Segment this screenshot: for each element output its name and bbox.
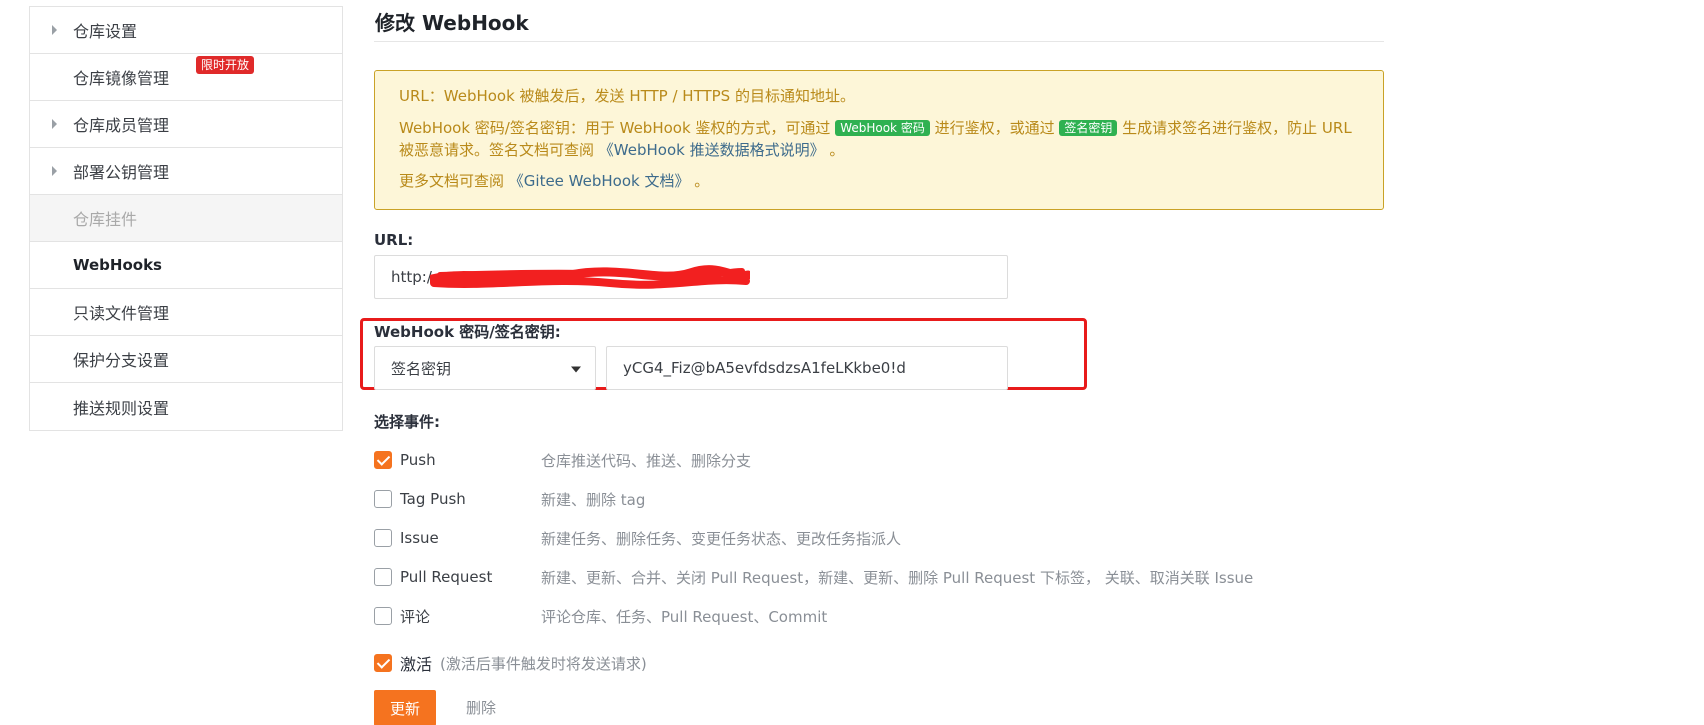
- event-desc: 新建任务、删除任务、变更任务状态、更改任务指派人: [541, 529, 902, 548]
- notice-secret-line: WebHook 密码/签名密钥：用于 WebHook 鉴权的方式，可通过 Web…: [399, 119, 1352, 159]
- sidebar-item-label: 保护分支设置: [73, 351, 170, 370]
- sidebar-item-repo-settings[interactable]: 仓库设置: [30, 7, 342, 54]
- event-row-issue: Issue 新建任务、删除任务、变更任务状态、更改任务指派人: [374, 527, 1384, 549]
- limited-time-badge: 限时开放: [196, 56, 255, 74]
- sidebar-item-label: WebHooks: [73, 256, 162, 274]
- update-button[interactable]: 更新: [374, 690, 436, 725]
- url-input[interactable]: [374, 255, 1008, 299]
- title-divider: [374, 41, 1384, 42]
- events-label: 选择事件:: [374, 413, 440, 431]
- comment-checkbox[interactable]: [374, 607, 392, 625]
- gitee-webhook-doc-link[interactable]: 《Gitee WebHook 文档》: [509, 172, 690, 190]
- sidebar-item-deploy-keys[interactable]: 部署公钥管理: [30, 148, 342, 195]
- caret-right-icon: [52, 25, 57, 35]
- push-checkbox[interactable]: [374, 451, 392, 469]
- secret-type-select[interactable]: 签名密钥: [374, 346, 596, 390]
- event-desc: 新建、删除 tag: [541, 490, 646, 509]
- tag-push-checkbox[interactable]: [374, 490, 392, 508]
- webhook-settings-page: 仓库设置 仓库镜像管理 限时开放 仓库成员管理 部署公钥管理 仓库挂件 WebH…: [0, 0, 1704, 725]
- event-name: Pull Request: [400, 568, 493, 586]
- event-row-pull-request: Pull Request 新建、更新、合并、关闭 Pull Request，新建…: [374, 566, 1384, 588]
- secret-type-value: 签名密钥: [391, 359, 452, 378]
- event-name: Push: [400, 451, 436, 469]
- url-field-wrap: [374, 255, 1008, 299]
- url-label: URL:: [374, 231, 414, 249]
- sidebar-item-protected-branches[interactable]: 保护分支设置: [30, 336, 342, 383]
- chevron-down-icon: [571, 366, 581, 373]
- event-desc: 新建、更新、合并、关闭 Pull Request，新建、更新、删除 Pull R…: [541, 568, 1254, 587]
- pull-request-checkbox[interactable]: [374, 568, 392, 586]
- sidebar-item-repo-members[interactable]: 仓库成员管理: [30, 101, 342, 148]
- info-notice: URL：WebHook 被触发后，发送 HTTP / HTTPS 的目标通知地址…: [374, 70, 1384, 210]
- push-format-doc-link[interactable]: 《WebHook 推送数据格式说明》: [599, 141, 825, 159]
- webhook-password-tag: WebHook 密码: [835, 120, 930, 136]
- sidebar-item-label: 只读文件管理: [73, 304, 170, 323]
- sidebar-item-label: 仓库挂件: [73, 210, 138, 229]
- sidebar-item-label: 推送规则设置: [73, 398, 170, 418]
- activate-hint: (激活后事件触发时将发送请求): [440, 654, 647, 673]
- sidebar-item-label: 部署公钥管理: [73, 163, 170, 182]
- signature-key-tag: 签名密钥: [1059, 120, 1118, 136]
- sidebar-item-repo-widgets: 仓库挂件: [30, 195, 342, 242]
- activate-label: 激活: [400, 655, 433, 674]
- settings-sidebar: 仓库设置 仓库镜像管理 限时开放 仓库成员管理 部署公钥管理 仓库挂件 WebH…: [29, 6, 343, 431]
- sidebar-item-label: 仓库镜像管理: [73, 69, 170, 88]
- event-desc: 评论仓库、任务、Pull Request、Commit: [541, 607, 828, 626]
- secret-label: WebHook 密码/签名密钥:: [374, 323, 561, 341]
- activate-checkbox[interactable]: [374, 654, 392, 672]
- activate-row: 激活 (激活后事件触发时将发送请求): [374, 652, 1384, 674]
- sidebar-item-push-rules[interactable]: 推送规则设置: [30, 383, 342, 430]
- issue-checkbox[interactable]: [374, 529, 392, 547]
- event-name: Issue: [400, 529, 439, 547]
- sidebar-item-readonly-files[interactable]: 只读文件管理: [30, 289, 342, 336]
- caret-right-icon: [52, 119, 57, 129]
- page-title: 修改 WebHook: [375, 11, 529, 35]
- notice-docs-line: 更多文档可查阅 《Gitee WebHook 文档》 。: [399, 172, 710, 190]
- sidebar-item-label: 仓库设置: [73, 22, 138, 41]
- caret-right-icon: [52, 166, 57, 176]
- secret-key-input[interactable]: [606, 346, 1008, 390]
- event-name: Tag Push: [400, 490, 466, 508]
- event-row-comment: 评论 评论仓库、任务、Pull Request、Commit: [374, 605, 1384, 627]
- sidebar-item-webhooks[interactable]: WebHooks: [30, 242, 342, 289]
- notice-url-line: URL：WebHook 被触发后，发送 HTTP / HTTPS 的目标通知地址…: [399, 87, 855, 105]
- event-row-tag-push: Tag Push 新建、删除 tag: [374, 488, 1384, 510]
- sidebar-item-label: 仓库成员管理: [73, 116, 170, 135]
- event-desc: 仓库推送代码、推送、删除分支: [541, 451, 752, 470]
- event-name: 评论: [400, 607, 431, 626]
- event-row-push: Push 仓库推送代码、推送、删除分支: [374, 449, 1384, 471]
- sidebar-item-repo-mirror[interactable]: 仓库镜像管理 限时开放: [30, 54, 342, 101]
- delete-button[interactable]: 删除: [466, 697, 496, 718]
